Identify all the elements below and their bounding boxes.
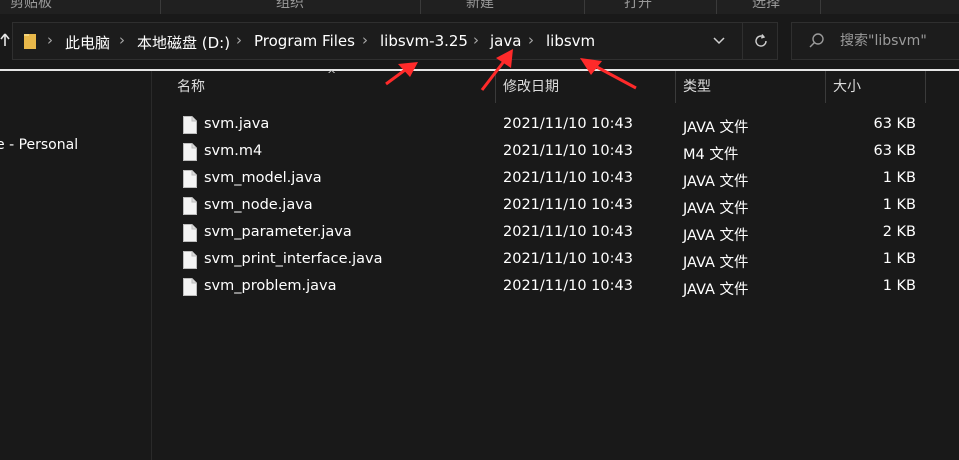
ribbon-group-select: 选择 — [752, 0, 780, 11]
file-size: 1 KB — [882, 170, 916, 186]
file-icon — [183, 143, 197, 161]
chevron-right-icon[interactable]: › — [119, 31, 125, 49]
breadcrumb-local-disk[interactable]: 本地磁盘 (D:) — [137, 32, 230, 53]
nav-item-onedrive-personal[interactable]: e - Personal — [0, 137, 78, 153]
file-date: 2021/11/10 10:43 — [503, 170, 633, 186]
file-size: 1 KB — [882, 197, 916, 213]
file-name[interactable]: svm_problem.java — [204, 278, 337, 294]
file-date: 2021/11/10 10:43 — [503, 116, 633, 132]
sort-ascending-icon[interactable]: ^ — [327, 68, 336, 81]
search-input[interactable] — [840, 31, 959, 51]
file-name[interactable]: svm_model.java — [204, 170, 322, 186]
column-header-type[interactable]: 类型 — [683, 71, 711, 103]
breadcrumb-libsvm-325[interactable]: libsvm-3.25 — [380, 32, 468, 50]
column-header-date[interactable]: 修改日期 — [503, 71, 559, 103]
file-name[interactable]: svm_parameter.java — [204, 224, 352, 240]
ribbon-separator — [820, 0, 821, 14]
file-type: JAVA 文件 — [683, 201, 749, 217]
column-separator[interactable] — [675, 71, 676, 103]
table-row[interactable]: svm.m4 2021/11/10 10:43 M4 文件 63 KB — [153, 139, 959, 166]
file-icon — [183, 251, 197, 269]
column-header-size[interactable]: 大小 — [833, 71, 861, 103]
ribbon-group-organize: 组织 — [276, 0, 304, 11]
search-icon — [809, 33, 824, 48]
file-size: 1 KB — [882, 251, 916, 267]
folder-icon — [24, 34, 36, 49]
breadcrumb-this-pc[interactable]: 此电脑 — [65, 32, 110, 53]
table-row[interactable]: svm.java 2021/11/10 10:43 JAVA 文件 63 KB — [153, 112, 959, 139]
ribbon-separator — [420, 0, 421, 14]
file-name[interactable]: svm_print_interface.java — [204, 251, 383, 267]
address-row: › 此电脑 › 本地磁盘 (D:) › Program Files › libs… — [0, 14, 959, 70]
ribbon-group-labels: 剪贴板 组织 新建 打开 选择 — [0, 0, 959, 14]
file-type: JAVA 文件 — [683, 228, 749, 244]
file-type: JAVA 文件 — [683, 255, 749, 271]
file-icon — [183, 197, 197, 215]
file-type: JAVA 文件 — [683, 120, 749, 136]
chevron-right-icon[interactable]: › — [47, 31, 53, 49]
file-name[interactable]: svm.m4 — [204, 143, 262, 159]
ribbon-group-new: 新建 — [466, 0, 494, 11]
table-row[interactable]: svm_parameter.java 2021/11/10 10:43 JAVA 文… — [153, 220, 959, 247]
navigation-pane[interactable]: e - Personal › › — [0, 71, 152, 460]
file-name[interactable]: svm_node.java — [204, 197, 313, 213]
ribbon-separator — [160, 0, 161, 14]
address-history-dropdown[interactable] — [713, 30, 733, 52]
column-separator[interactable] — [495, 71, 496, 103]
column-separator[interactable] — [925, 71, 926, 103]
chevron-down-icon — [713, 37, 725, 45]
search-box[interactable] — [791, 22, 959, 60]
file-name[interactable]: svm.java — [204, 116, 269, 132]
file-date: 2021/11/10 10:43 — [503, 143, 633, 159]
table-row[interactable]: svm_problem.java 2021/11/10 10:43 JAVA 文件 1… — [153, 274, 959, 301]
chevron-right-icon[interactable]: › — [473, 31, 479, 49]
file-size: 2 KB — [882, 224, 916, 240]
file-icon — [183, 170, 197, 188]
file-date: 2021/11/10 10:43 — [503, 224, 633, 240]
refresh-button[interactable] — [742, 23, 778, 59]
file-date: 2021/11/10 10:43 — [503, 251, 633, 267]
breadcrumb-java[interactable]: java — [490, 32, 521, 50]
ribbon-group-clipboard: 剪贴板 — [10, 0, 52, 11]
file-size: 63 KB — [873, 143, 916, 159]
file-date: 2021/11/10 10:43 — [503, 197, 633, 213]
breadcrumb-program-files[interactable]: Program Files — [254, 32, 355, 50]
chevron-right-icon[interactable]: › — [362, 31, 368, 49]
file-icon — [183, 116, 197, 134]
ribbon-group-open: 打开 — [624, 0, 652, 11]
table-row[interactable]: svm_model.java 2021/11/10 10:43 JAVA 文件 1 K… — [153, 166, 959, 193]
breadcrumb-libsvm[interactable]: libsvm — [546, 32, 595, 50]
address-bar[interactable]: › 此电脑 › 本地磁盘 (D:) › Program Files › libs… — [12, 22, 778, 60]
refresh-icon — [754, 34, 767, 47]
file-type: M4 文件 — [683, 147, 739, 163]
column-separator[interactable] — [825, 71, 826, 103]
ribbon-separator — [584, 0, 585, 14]
up-arrow-icon[interactable] — [0, 33, 10, 51]
file-date: 2021/11/10 10:43 — [503, 278, 633, 294]
table-row[interactable]: svm_print_interface.java 2021/11/10 10:43… — [153, 247, 959, 274]
file-icon — [183, 224, 197, 242]
file-size: 63 KB — [873, 116, 916, 132]
file-type: JAVA 文件 — [683, 174, 749, 190]
file-list: ^ 名称 修改日期 类型 大小 svm.java 2021/11/10 10:43… — [153, 68, 959, 460]
ribbon-separator — [716, 0, 717, 14]
chevron-right-icon[interactable]: › — [236, 31, 242, 49]
table-row[interactable]: svm_node.java 2021/11/10 10:43 JAVA 文件 1 KB — [153, 193, 959, 220]
file-type: JAVA 文件 — [683, 282, 749, 298]
file-size: 1 KB — [882, 278, 916, 294]
chevron-right-icon[interactable]: › — [528, 31, 534, 49]
column-header-name[interactable]: 名称 — [177, 71, 205, 103]
file-icon — [183, 278, 197, 296]
